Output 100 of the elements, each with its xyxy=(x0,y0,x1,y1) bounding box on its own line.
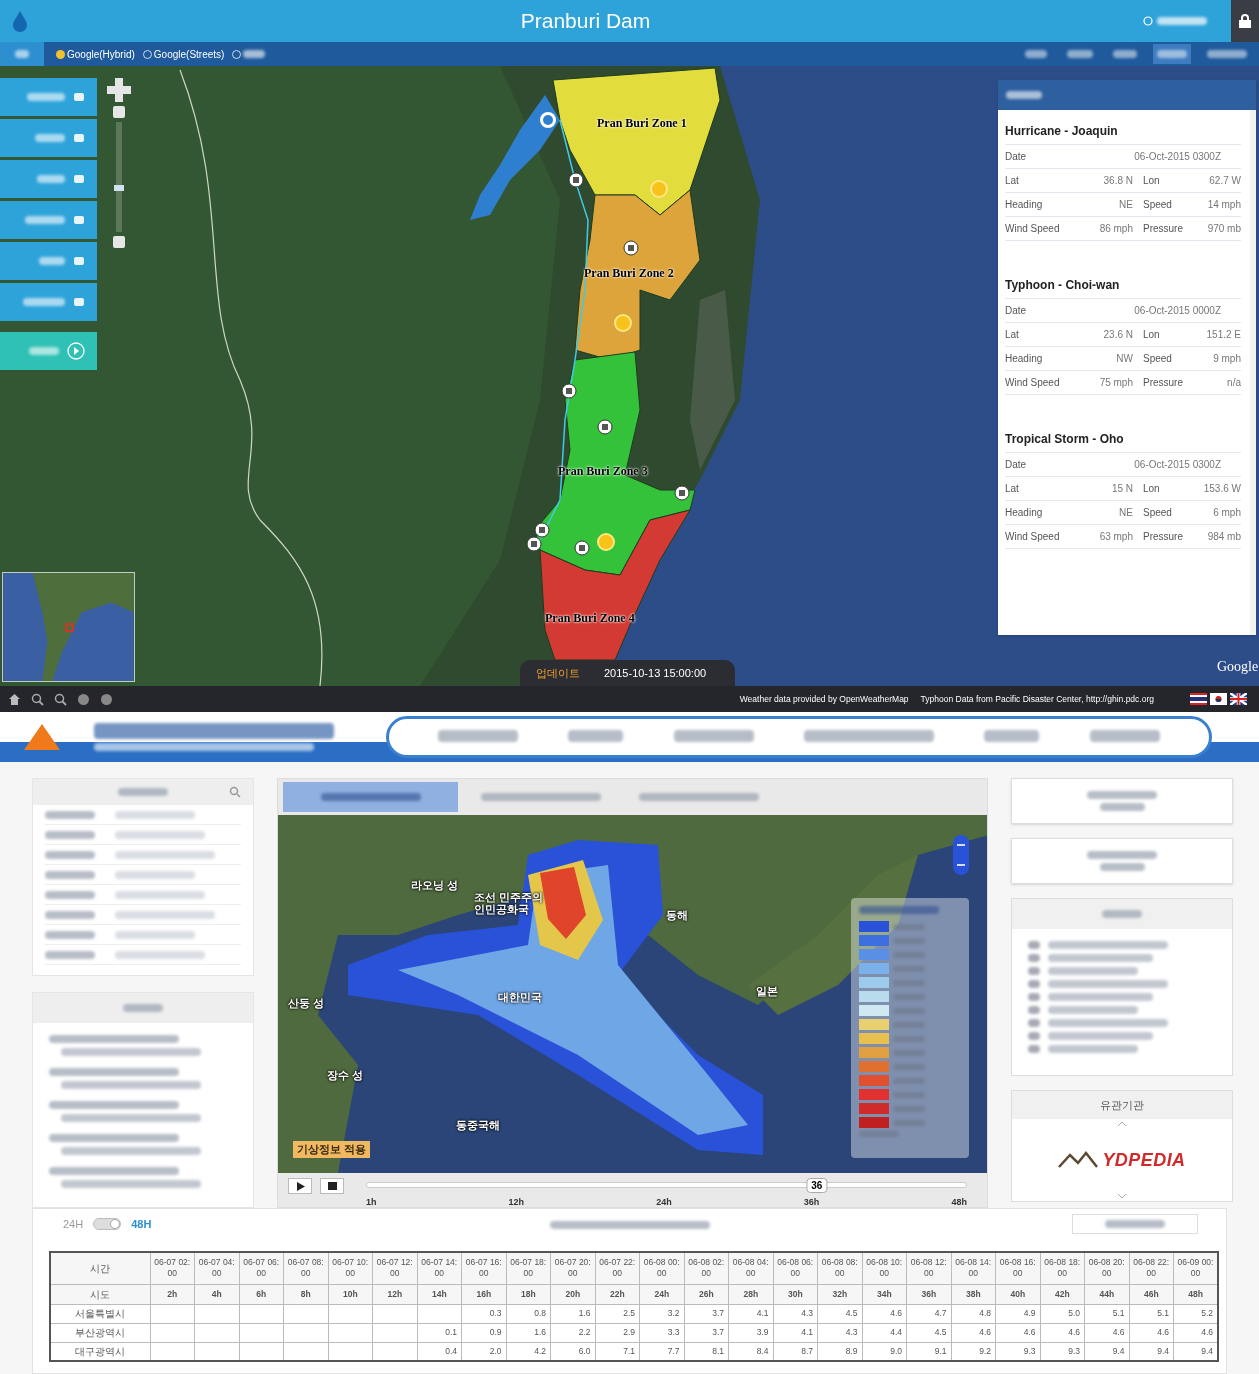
blurred-text xyxy=(25,216,65,224)
zoom-out-icon[interactable] xyxy=(54,692,67,706)
table-header-cell: 06-08 22:00 xyxy=(1129,1252,1174,1284)
map-layer-radio[interactable]: Google(Hybrid) xyxy=(56,46,135,62)
zoom-control[interactable] xyxy=(953,835,969,875)
gauge-marker-icon[interactable] xyxy=(623,240,639,256)
play-circle-icon xyxy=(67,342,85,360)
table-cell: 0.1 xyxy=(417,1323,462,1342)
blurred-text xyxy=(45,810,95,819)
circle-icon[interactable] xyxy=(100,692,113,706)
row-header-cell: 부산광역시 xyxy=(50,1323,150,1342)
map-menu-button[interactable] xyxy=(0,119,97,157)
blurred-text xyxy=(1113,50,1137,58)
field-label: Heading xyxy=(1005,506,1044,520)
download-button[interactable] xyxy=(1072,1214,1198,1234)
menu-tab[interactable] xyxy=(1153,44,1191,64)
legend-swatch xyxy=(859,921,889,932)
field-label: Pressure xyxy=(1142,530,1181,544)
table-cell: 4.7 xyxy=(906,1304,951,1323)
menu-toggle-button[interactable] xyxy=(0,332,97,370)
table-header-cell: 06-08 00:00 xyxy=(639,1252,684,1284)
thailand-flag-icon[interactable] xyxy=(1190,693,1207,705)
stop-button[interactable] xyxy=(320,1178,344,1194)
field-value: 153.6 W xyxy=(1202,482,1241,496)
layer-label-tab[interactable] xyxy=(0,42,44,66)
map-tab[interactable] xyxy=(283,782,458,812)
table-header-cell: 06-08 12:00 xyxy=(906,1252,951,1284)
search-icon[interactable] xyxy=(229,786,241,798)
gauge-marker-icon[interactable] xyxy=(597,419,613,435)
map-menu-button[interactable] xyxy=(0,201,97,239)
legend-swatch xyxy=(859,1047,889,1058)
pan-control-icon[interactable] xyxy=(107,78,131,102)
place-label: 산둥 성 xyxy=(288,997,325,1009)
map-layer-radio[interactable] xyxy=(232,49,266,59)
tick-label: 1h xyxy=(366,1196,377,1209)
map-menu-button[interactable] xyxy=(0,160,97,198)
blurred-text xyxy=(1028,980,1040,988)
table-header-cell: 06-07 22:00 xyxy=(595,1252,640,1284)
zoom-in-icon[interactable] xyxy=(31,692,44,706)
table-header-cell: 06-07 16:00 xyxy=(461,1252,506,1284)
table-cell: 1.6 xyxy=(506,1323,551,1342)
field-value: NE xyxy=(1118,198,1133,212)
field-label: Wind Speed xyxy=(1005,376,1061,390)
table-header-cell: 06-07 18:00 xyxy=(506,1252,551,1284)
radio-icon[interactable] xyxy=(56,49,65,59)
table-header-cell: 06-07 08:00 xyxy=(283,1252,328,1284)
minimap-drawing[interactable] xyxy=(2,572,135,682)
gauge-marker-icon[interactable] xyxy=(561,383,577,399)
uk-flag-icon[interactable] xyxy=(1230,693,1247,705)
lock-button[interactable] xyxy=(1231,0,1259,42)
field-value: 06-Oct-2015 0300Z xyxy=(1133,458,1222,472)
zone-area[interactable] xyxy=(539,509,691,661)
dam-marker-icon[interactable] xyxy=(540,112,556,128)
blurred-text xyxy=(1105,1220,1165,1228)
radio-icon[interactable] xyxy=(142,49,152,59)
scrollbar[interactable] xyxy=(1250,110,1256,635)
zoom-track[interactable] xyxy=(116,122,122,232)
play-icon xyxy=(295,1181,305,1191)
play-button[interactable] xyxy=(288,1178,312,1194)
blurred-text xyxy=(45,870,95,879)
zone-area[interactable] xyxy=(552,67,721,216)
agency-logo[interactable]: YDPEDIA xyxy=(1102,1146,1186,1174)
korea-flag-icon[interactable] xyxy=(1210,693,1227,705)
zoom-in-button[interactable] xyxy=(113,106,125,118)
storm-name: Hurricane - Joaquin xyxy=(1005,122,1241,145)
blurred-text xyxy=(1067,50,1093,58)
side-link-button[interactable] xyxy=(1011,838,1233,884)
map-menu-button[interactable] xyxy=(0,242,97,280)
gauge-marker-icon[interactable] xyxy=(574,540,590,556)
home-icon[interactable] xyxy=(8,692,21,706)
field-value: 63 mph xyxy=(1098,530,1133,544)
side-link-button[interactable] xyxy=(1011,778,1233,824)
field-value: 14 mph xyxy=(1206,198,1241,212)
gauge-marker-icon[interactable] xyxy=(526,536,542,552)
blurred-text xyxy=(1028,954,1040,962)
legend-swatch xyxy=(859,991,889,1002)
time-slider[interactable]: 36 xyxy=(366,1178,967,1193)
table-header-cell: 06-07 04:00 xyxy=(194,1252,239,1284)
gauge-marker-icon[interactable] xyxy=(674,485,690,501)
blurred-text xyxy=(45,930,95,939)
field-label: Wind Speed xyxy=(1005,222,1061,236)
map-menu-button[interactable] xyxy=(0,283,97,321)
table-cell: 3.3 xyxy=(639,1323,684,1342)
blurred-text xyxy=(1087,851,1157,859)
table-cell: 4.3 xyxy=(817,1323,862,1342)
toggle-switch[interactable] xyxy=(93,1218,122,1230)
range-option[interactable]: 48H xyxy=(131,1215,152,1233)
sun-icon xyxy=(650,180,668,198)
zoom-slider-thumb[interactable] xyxy=(114,185,124,192)
radio-icon[interactable] xyxy=(232,49,242,59)
zoom-out-button[interactable] xyxy=(113,236,125,248)
chevron-down-icon xyxy=(1117,1193,1127,1199)
map-layer-radio[interactable]: Google(Streets) xyxy=(142,46,225,62)
circle-icon[interactable] xyxy=(77,692,90,706)
map-menu-button[interactable] xyxy=(0,78,97,116)
gauge-marker-icon[interactable] xyxy=(534,522,550,538)
slider-thumb[interactable]: 36 xyxy=(806,1178,828,1193)
table-cell: 0.9 xyxy=(461,1323,506,1342)
table-cell: 3.7 xyxy=(684,1304,729,1323)
gauge-marker-icon[interactable] xyxy=(568,172,584,188)
